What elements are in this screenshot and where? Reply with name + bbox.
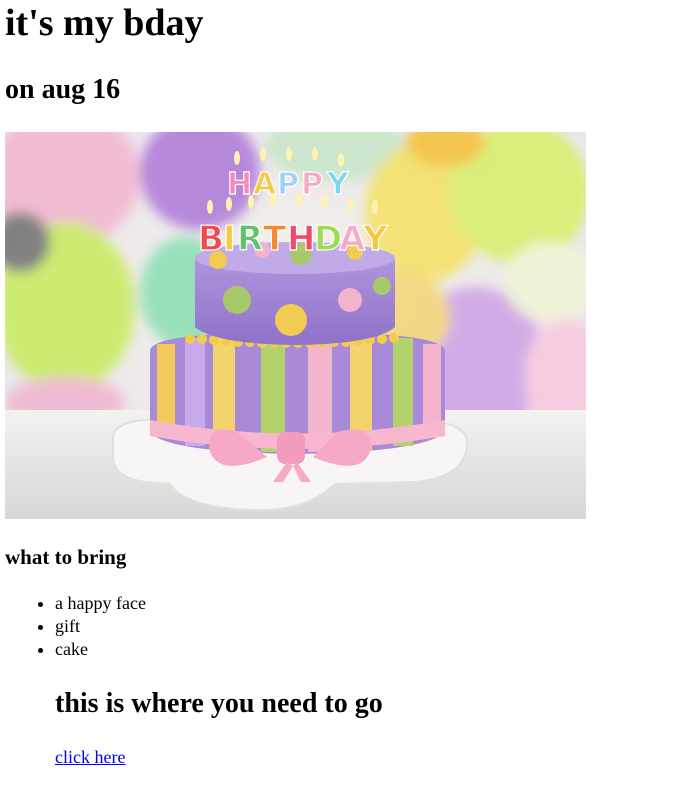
- list-item: cake: [55, 638, 146, 661]
- svg-text:T: T: [263, 219, 287, 259]
- svg-text:B: B: [198, 219, 224, 259]
- location-heading: this is where you need to go: [55, 688, 383, 719]
- date-heading: on aug 16: [5, 74, 121, 105]
- birthday-cake-image: H A P P Y B I R T H D A Y: [5, 132, 586, 519]
- what-to-bring-heading: what to bring: [5, 545, 127, 569]
- svg-text:P: P: [277, 167, 299, 202]
- svg-text:I: I: [223, 219, 236, 259]
- svg-text:P: P: [301, 167, 323, 202]
- page-title: it's my bday: [5, 2, 204, 44]
- svg-text:Y: Y: [326, 167, 350, 202]
- svg-text:A: A: [339, 219, 366, 259]
- svg-text:R: R: [237, 219, 263, 259]
- bring-list: a happy face gift cake: [15, 592, 146, 661]
- svg-text:D: D: [314, 219, 342, 259]
- list-item: gift: [55, 615, 146, 638]
- svg-text:H: H: [227, 167, 252, 202]
- click-here-link[interactable]: click here: [55, 746, 125, 769]
- svg-text:H: H: [287, 219, 315, 259]
- list-item: a happy face: [55, 592, 146, 615]
- svg-text:Y: Y: [362, 219, 388, 259]
